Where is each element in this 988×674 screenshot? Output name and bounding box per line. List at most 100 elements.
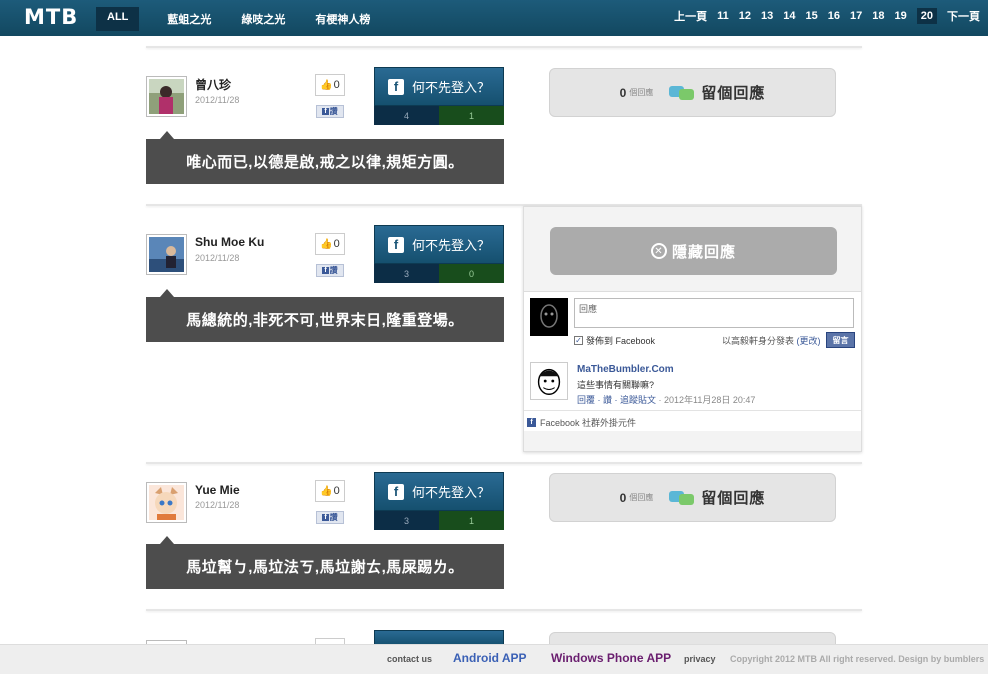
facebook-icon: f (387, 483, 404, 500)
reply-label: 留個回應 (701, 85, 766, 102)
page-link[interactable]: 16 (828, 10, 840, 22)
divider (146, 46, 862, 48)
vote-green-count[interactable]: 0 (439, 264, 504, 283)
fb-plugin-link[interactable]: Facebook 社群外掛元件 (540, 416, 636, 429)
next-page-link[interactable]: 下一頁 (947, 8, 980, 24)
leave-reply-button[interactable]: 0 個回應 留個回應 (549, 68, 836, 117)
fb-login-button[interactable]: f 何不先登入？ (374, 472, 504, 511)
like-button[interactable]: 👍 0 (315, 480, 345, 502)
nav-ranking[interactable]: 有梗神人榜 (315, 7, 370, 31)
current-user-avatar (530, 298, 568, 336)
pagination: 上一頁 11 12 13 14 15 16 17 18 19 20 下一頁 (664, 8, 980, 24)
login-vote-block: f 何不先登入？ 3 0 (374, 225, 504, 283)
post-date: 2012/11/28 (195, 95, 240, 105)
speech-pointer (160, 536, 174, 544)
nav-all[interactable]: ALL (96, 7, 140, 31)
avatar-photo-icon (149, 485, 184, 520)
android-app-link[interactable]: Android APP (453, 651, 527, 665)
post-date: 2012/11/28 (195, 253, 240, 263)
checkbox-checked-icon[interactable]: ✓ (574, 336, 583, 345)
main-nav: ALL 藍蛆之光 綠吱之光 有梗神人榜 (96, 7, 400, 31)
avatar[interactable] (146, 234, 187, 275)
vote-blue-count[interactable]: 4 (374, 106, 439, 125)
chat-bubbles-icon (669, 489, 695, 507)
page-link[interactable]: 13 (761, 10, 773, 22)
login-vote-block: f 何不先登入？ 4 1 (374, 67, 504, 125)
fb-like-button[interactable]: f讚 (316, 511, 344, 524)
vote-blue-count[interactable]: 3 (374, 511, 439, 530)
commenter-name[interactable]: MaTheBumbler.Com (577, 364, 674, 375)
speech-pointer (160, 131, 174, 139)
posting-as: 以高毅軒身分發表 (更改) (722, 336, 821, 346)
user-name[interactable]: Shu Moe Ku (195, 235, 264, 249)
footer: contact us Android APP Windows Phone APP… (0, 644, 988, 674)
thumbs-up-icon: 👍 (320, 485, 333, 497)
avatar[interactable] (146, 76, 187, 117)
page-link[interactable]: 19 (895, 10, 907, 22)
facebook-icon: f (322, 514, 329, 521)
prev-page-link[interactable]: 上一頁 (674, 8, 707, 24)
page-link[interactable]: 12 (739, 10, 751, 22)
hide-replies-button[interactable]: ✕ 隱藏回應 (550, 227, 837, 275)
submit-comment-button[interactable]: 留言 (826, 332, 855, 348)
top-bar: MTB ALL 藍蛆之光 綠吱之光 有梗神人榜 上一頁 11 12 13 14 … (0, 0, 988, 36)
page-link[interactable]: 17 (850, 10, 862, 22)
divider (146, 462, 862, 464)
vote-green-count[interactable]: 1 (439, 106, 504, 125)
avatar[interactable] (146, 482, 187, 523)
login-vote-block: f 何不先登入？ 3 1 (374, 472, 504, 530)
windows-phone-app-link[interactable]: Windows Phone APP (551, 651, 671, 665)
facebook-icon: f (322, 267, 329, 274)
avatar-photo-icon (149, 79, 184, 114)
fb-like-button[interactable]: f讚 (316, 264, 344, 277)
page-link[interactable]: 15 (806, 10, 818, 22)
post-quote: 馬總統的,非死不可,世界末日,隆重登場。 (146, 289, 504, 342)
copyright: Copyright 2012 MTB All right reserved. D… (730, 654, 985, 664)
page-link[interactable]: 11 (717, 10, 729, 22)
comment-actions: 回覆 · 讚 · 追蹤貼文 · 2012年11月28日 20:47 (577, 393, 755, 406)
vote-blue-count[interactable]: 3 (374, 264, 439, 283)
page-link[interactable]: 14 (783, 10, 795, 22)
privacy-link[interactable]: privacy (684, 654, 716, 664)
reply-count-label: 個回應 (629, 493, 654, 502)
fb-plugin-footer: f Facebook 社群外掛元件 (524, 410, 861, 434)
divider (146, 609, 862, 611)
nav-blue[interactable]: 藍蛆之光 (167, 7, 211, 31)
fb-login-button[interactable]: f 何不先登入？ (374, 225, 504, 264)
speech-pointer (160, 289, 174, 297)
nav-green[interactable]: 綠吱之光 (241, 7, 285, 31)
user-name[interactable]: 曾八珍 (195, 76, 231, 93)
leave-reply-button[interactable]: 0 個回應 留個回應 (549, 473, 836, 522)
post-quote: 唯心而已,以德是啟,戒之以律,規矩方圓。 (146, 131, 504, 184)
fb-comments-widget: 回應 ✓ 發佈到 Facebook 以高毅軒身分發表 (更改) 留言 MaTheB… (524, 291, 861, 431)
reply-count: 0 (619, 490, 627, 505)
commenter-avatar[interactable] (530, 362, 568, 400)
post-to-facebook-checkbox[interactable]: ✓ 發佈到 Facebook (574, 334, 655, 347)
logo[interactable]: MTB (24, 5, 78, 29)
post-quote: 馬垃幫ㄅ,馬垃法ㄎ,馬垃謝ㄊ,馬屎踢ㄌ。 (146, 536, 504, 589)
fb-like-button[interactable]: f讚 (316, 105, 344, 118)
reply-count: 0 (619, 85, 627, 100)
comment-action-links[interactable]: 回覆 · 讚 · 追蹤貼文 (577, 395, 656, 405)
avatar-photo-icon (149, 237, 184, 272)
current-page[interactable]: 20 (916, 8, 937, 24)
facebook-icon: f (387, 78, 404, 95)
change-user-link[interactable]: (更改) (797, 336, 821, 346)
page-link[interactable]: 18 (872, 10, 884, 22)
post-date: 2012/11/28 (195, 500, 240, 510)
like-button[interactable]: 👍 0 (315, 74, 345, 96)
close-icon: ✕ (650, 243, 667, 259)
comment-input[interactable]: 回應 (574, 298, 854, 328)
thumbs-up-icon: 👍 (320, 238, 333, 250)
comment-time: · 2012年11月28日 20:47 (656, 395, 756, 405)
thumbs-up-icon: 👍 (320, 79, 333, 91)
facebook-icon: f (527, 418, 536, 427)
contact-link[interactable]: contact us (387, 654, 432, 664)
comment-text: 這些事情有關聯嘛? (577, 380, 655, 390)
user-name[interactable]: Yue Mie (195, 483, 240, 497)
like-button[interactable]: 👍 0 (315, 233, 345, 255)
fb-login-button[interactable]: f 何不先登入？ (374, 67, 504, 106)
reply-label: 留個回應 (701, 490, 766, 507)
vote-green-count[interactable]: 1 (439, 511, 504, 530)
comments-panel: ✕ 隱藏回應 回應 ✓ 發佈到 Facebook 以高毅軒身分發表 (更改) 留言… (523, 206, 862, 452)
